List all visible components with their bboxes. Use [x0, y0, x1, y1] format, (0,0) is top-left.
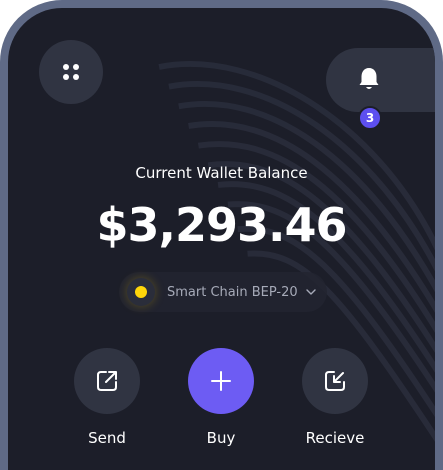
wallet-screen: 3 Current Wallet Balance $3,293.46 Smart…: [8, 8, 435, 470]
send-label: Send: [88, 429, 126, 447]
buy-label: Buy: [206, 429, 236, 447]
notification-count-badge: 3: [358, 106, 382, 130]
menu-button[interactable]: [39, 40, 103, 104]
receive-button[interactable]: [302, 348, 368, 414]
buy-action: Buy: [188, 348, 254, 447]
notifications-button[interactable]: 3: [326, 48, 435, 130]
balance-amount: $3,293.46: [96, 198, 348, 252]
buy-button[interactable]: [188, 348, 254, 414]
send-action: Send: [74, 348, 140, 447]
grid-dots-icon: [60, 61, 82, 83]
phone-frame: 3 Current Wallet Balance $3,293.46 Smart…: [0, 0, 443, 470]
receive-action: Recieve: [302, 348, 368, 447]
send-arrow-icon: [97, 371, 117, 391]
send-button[interactable]: [74, 348, 140, 414]
receive-arrow-icon: [325, 371, 345, 391]
plus-icon: [211, 371, 231, 391]
status-dot-icon: [135, 286, 147, 298]
chevron-down-icon: [305, 289, 316, 295]
network-name: Smart Chain BEP-20: [167, 284, 298, 300]
receive-label: Recieve: [305, 429, 365, 447]
network-selector[interactable]: Smart Chain BEP-20: [119, 272, 327, 312]
bell-icon: [359, 68, 379, 89]
network-status-indicator: [127, 278, 155, 306]
balance-label: Current Wallet Balance: [135, 164, 308, 182]
